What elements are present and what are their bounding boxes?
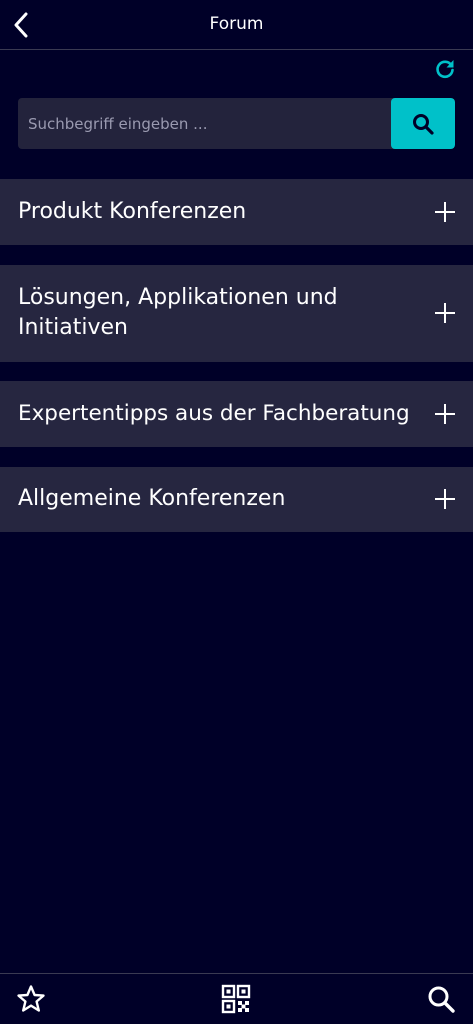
qr-code-icon bbox=[221, 984, 251, 1014]
favorites-button[interactable] bbox=[14, 982, 48, 1016]
plus-icon[interactable] bbox=[434, 488, 456, 510]
section-label: Expertentipps aus der Fachberatung bbox=[18, 401, 410, 426]
header-bar: Forum bbox=[0, 0, 473, 50]
search-nav-button[interactable] bbox=[424, 982, 458, 1016]
search-submit-button[interactable] bbox=[391, 98, 455, 149]
search-bar bbox=[18, 98, 455, 149]
section-label: Produkt Konferenzen bbox=[18, 199, 247, 224]
section-produkt-konferenzen[interactable]: Produkt Konferenzen bbox=[0, 179, 473, 245]
section-label: Allgemeine Konferenzen bbox=[18, 486, 286, 511]
refresh-button[interactable] bbox=[432, 56, 458, 82]
section-loesungen-applikationen[interactable]: Lösungen, Applikationen und Initiativen bbox=[0, 265, 473, 362]
search-icon bbox=[413, 113, 434, 135]
section-expertentipps[interactable]: Expertentipps aus der Fachberatung bbox=[0, 381, 473, 447]
plus-icon[interactable] bbox=[434, 201, 456, 223]
bottom-nav bbox=[0, 973, 473, 1024]
page-title: Forum bbox=[209, 14, 264, 34]
star-icon bbox=[17, 985, 45, 1012]
section-allgemeine-konferenzen[interactable]: Allgemeine Konferenzen bbox=[0, 467, 473, 532]
section-label: Lösungen, Applikationen und Initiativen bbox=[18, 285, 338, 340]
search-icon bbox=[428, 986, 455, 1013]
search-input[interactable] bbox=[18, 98, 390, 149]
refresh-icon bbox=[436, 60, 454, 79]
plus-icon[interactable] bbox=[434, 403, 456, 425]
qr-scanner-button[interactable] bbox=[219, 982, 253, 1016]
plus-icon[interactable] bbox=[434, 302, 456, 324]
